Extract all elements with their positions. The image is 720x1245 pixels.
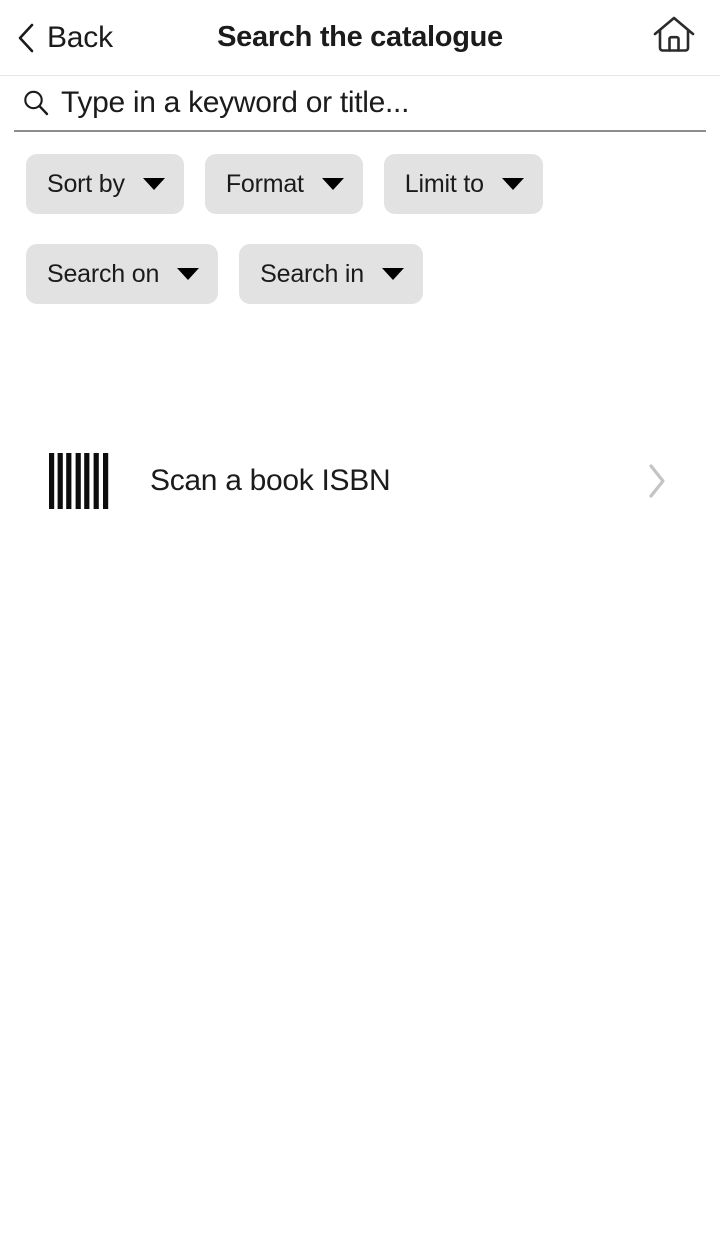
caret-down-icon — [501, 178, 524, 190]
back-label: Back — [47, 20, 113, 54]
filter-chips-container: Sort by Format Limit to Search on Search… — [0, 141, 720, 304]
caret-down-icon — [382, 268, 404, 280]
back-button[interactable]: Back — [10, 0, 119, 75]
filter-chip-label: Search on — [47, 259, 160, 288]
filter-chip-search-in[interactable]: Search in — [239, 244, 423, 304]
search-input[interactable] — [61, 82, 706, 124]
filter-row-secondary: Search on Search in — [26, 244, 694, 304]
search-field[interactable] — [14, 76, 706, 132]
caret-down-icon — [321, 178, 344, 190]
home-button[interactable] — [646, 0, 702, 75]
filter-row-primary: Sort by Format Limit to — [26, 154, 694, 214]
filter-chip-label: Sort by — [47, 169, 125, 198]
filter-chip-limit-to[interactable]: Limit to — [383, 154, 543, 214]
search-field-container — [0, 76, 720, 141]
filter-chip-sort-by[interactable]: Sort by — [26, 154, 184, 214]
home-icon — [652, 15, 696, 60]
app-header: Back Search the catalogue — [0, 0, 720, 76]
search-icon — [21, 88, 51, 118]
filter-chip-label: Limit to — [404, 169, 484, 198]
caret-down-icon — [142, 178, 165, 190]
scan-isbn-label: Scan a book ISBN — [150, 464, 391, 497]
barcode-icon — [48, 452, 112, 510]
filter-chip-format[interactable]: Format — [204, 154, 363, 214]
page-body: Sort by Format Limit to Search on Search… — [0, 76, 720, 523]
chevron-right-icon — [646, 463, 668, 499]
scan-isbn-row[interactable]: Scan a book ISBN — [0, 439, 720, 523]
filter-chip-label: Format — [225, 169, 304, 198]
caret-down-icon — [177, 268, 200, 280]
scan-section: Scan a book ISBN — [0, 439, 720, 523]
filter-chip-label: Search in — [260, 259, 364, 288]
filter-chip-search-on[interactable]: Search on — [26, 244, 219, 304]
chevron-left-icon — [16, 22, 36, 54]
